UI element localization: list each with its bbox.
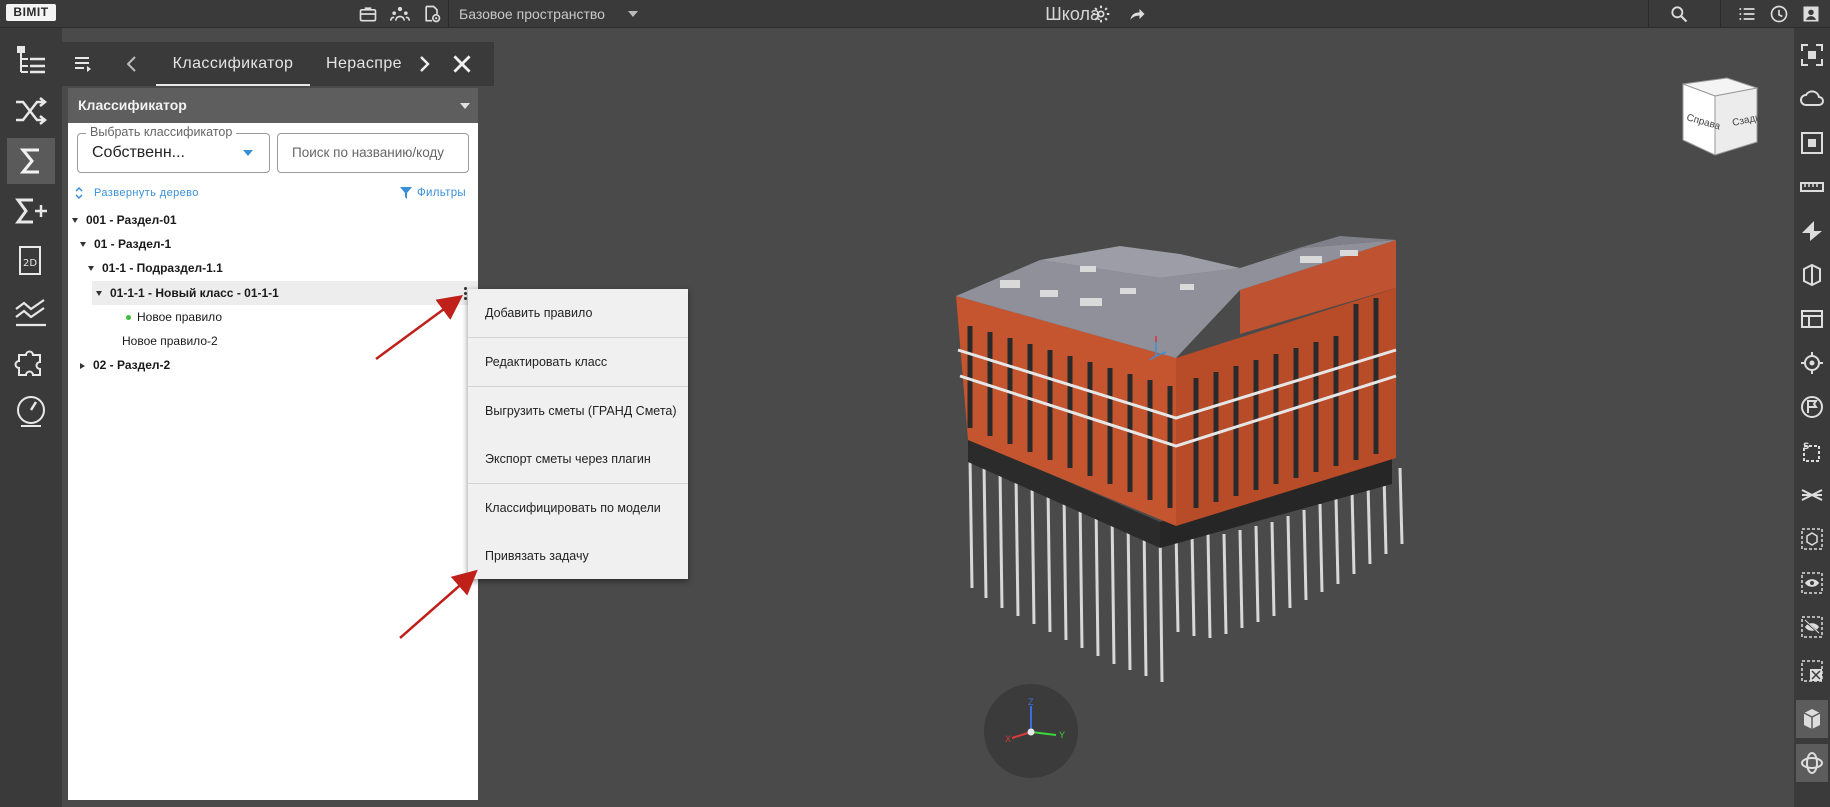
chevron-left-icon[interactable] bbox=[120, 52, 144, 76]
filter-icon bbox=[400, 187, 412, 199]
axis-y-label: Y bbox=[1059, 730, 1065, 740]
tree-node-label: 01-1-1 - Новый класс - 01-1-1 bbox=[110, 286, 279, 300]
sync-icon[interactable] bbox=[1766, 2, 1792, 26]
classifier-select[interactable]: Выбрать классификатор Собственн... bbox=[77, 125, 270, 173]
tree-node-label: 01 - Раздел-1 bbox=[94, 237, 172, 251]
tree-icon[interactable] bbox=[7, 38, 55, 84]
tree-node-label: 02 - Раздел-2 bbox=[93, 358, 171, 372]
expand-tree-button[interactable]: Развернуть дерево bbox=[72, 185, 199, 201]
fit-view-icon[interactable] bbox=[1796, 36, 1828, 74]
menu-item-export-grand[interactable]: Выгрузить сметы (ГРАНД Смета) bbox=[468, 387, 688, 435]
measure-icon[interactable]: S bbox=[1796, 432, 1828, 470]
left-toolbar: 2D ? bbox=[0, 28, 62, 807]
caret-down-icon bbox=[72, 218, 78, 224]
tree-node-label: Новое правило bbox=[137, 310, 222, 324]
caret-right-icon bbox=[80, 362, 85, 369]
close-icon[interactable] bbox=[449, 51, 475, 77]
tree-node[interactable]: 02 - Раздел-2 bbox=[80, 353, 170, 377]
plan-icon[interactable] bbox=[1796, 300, 1828, 338]
tree-node-label: Новое правило-2 bbox=[122, 334, 218, 348]
sigma-icon[interactable] bbox=[7, 138, 55, 184]
list-icon[interactable] bbox=[1734, 2, 1760, 26]
gauge-icon[interactable] bbox=[7, 388, 55, 434]
chevron-down-icon bbox=[243, 150, 253, 156]
panel-title[interactable]: Классификатор bbox=[68, 88, 478, 123]
briefcase-icon[interactable] bbox=[355, 2, 381, 26]
project-title: Школа bbox=[1045, 4, 1100, 24]
box-section-icon[interactable] bbox=[1796, 256, 1828, 294]
caret-down-icon bbox=[80, 242, 86, 248]
eye-icon[interactable] bbox=[1796, 564, 1828, 602]
caret-down-icon bbox=[96, 291, 102, 297]
space-selector[interactable]: Базовое пространство bbox=[448, 0, 648, 28]
share-icon[interactable] bbox=[1124, 2, 1150, 26]
menu-item-classify-model[interactable]: Классифицировать по модели bbox=[468, 484, 688, 532]
sigma-plus-icon[interactable] bbox=[7, 188, 55, 234]
tab-classifier[interactable]: Классификатор bbox=[156, 52, 310, 86]
tree-leaf-rule[interactable]: Новое правило bbox=[126, 305, 222, 329]
orbit-icon[interactable] bbox=[1796, 744, 1828, 782]
eye-off-icon[interactable] bbox=[1796, 608, 1828, 646]
2d-doc-icon[interactable]: 2D bbox=[7, 238, 55, 284]
ruler-icon[interactable] bbox=[1796, 168, 1828, 206]
caret-down-icon bbox=[88, 266, 94, 272]
svg-text:2D: 2D bbox=[23, 258, 37, 269]
menu-item-link-task[interactable]: Привязать задачу bbox=[468, 532, 688, 580]
hide-box-icon[interactable] bbox=[1796, 652, 1828, 690]
chevron-down-icon bbox=[460, 103, 470, 109]
focus-icon[interactable] bbox=[1796, 124, 1828, 162]
search-input[interactable]: Поиск по названию/коду bbox=[277, 133, 469, 173]
tree-node-selected[interactable]: 01-1-1 - Новый класс - 01-1-1 bbox=[96, 281, 279, 305]
panel-title-label: Классификатор bbox=[78, 97, 187, 113]
chevron-right-icon[interactable] bbox=[412, 52, 436, 76]
user-icon[interactable] bbox=[1798, 2, 1824, 26]
tree-node[interactable]: 01-1 - Подраздел-1.1 bbox=[88, 256, 223, 280]
top-bar: BIMIT Базовое пространство Школа bbox=[0, 0, 1830, 28]
chevron-down-icon bbox=[628, 11, 638, 17]
menu-item-export-plugin[interactable]: Экспорт сметы через плагин bbox=[468, 435, 688, 483]
puzzle-icon[interactable] bbox=[7, 338, 55, 384]
tree-node-label: 01-1 - Подраздел-1.1 bbox=[102, 261, 223, 275]
tree-node[interactable]: 001 - Раздел-01 bbox=[72, 208, 177, 232]
axis-x-label: X bbox=[1005, 734, 1011, 744]
svg-text:S: S bbox=[1803, 442, 1809, 452]
expand-icon bbox=[75, 186, 83, 200]
section-icon[interactable] bbox=[1796, 212, 1828, 250]
filters-label: Фильтры bbox=[417, 187, 466, 199]
panel-header: Классификатор Нераспре bbox=[62, 42, 494, 86]
status-dot bbox=[126, 315, 131, 321]
shuffle-icon[interactable] bbox=[7, 88, 55, 134]
tree-node-label: 001 - Раздел-01 bbox=[86, 213, 177, 227]
flag-icon[interactable] bbox=[1796, 388, 1828, 426]
tree-node[interactable]: 01 - Раздел-1 bbox=[80, 232, 171, 256]
axis-z-label: Z bbox=[1028, 697, 1034, 707]
locate-icon[interactable] bbox=[1796, 344, 1828, 382]
context-menu: Добавить правило Редактировать класс Выг… bbox=[468, 289, 688, 579]
search-icon[interactable] bbox=[1666, 2, 1692, 26]
cube-outline-icon[interactable] bbox=[1796, 520, 1828, 558]
space-selector-value: Базовое пространство bbox=[459, 6, 605, 22]
classifier-select-value: Собственн... bbox=[92, 144, 185, 161]
menu-icon[interactable] bbox=[72, 52, 96, 76]
axis-icon: Z X Y bbox=[1005, 697, 1065, 744]
team-icon[interactable] bbox=[387, 2, 413, 26]
hide-lines-icon[interactable] bbox=[1796, 476, 1828, 514]
tree-leaf-rule[interactable]: Новое правило-2 bbox=[122, 329, 218, 353]
gear-icon[interactable] bbox=[1088, 2, 1114, 26]
cloud-icon[interactable] bbox=[1796, 80, 1828, 118]
settings-doc-icon[interactable] bbox=[419, 2, 445, 26]
classifier-select-legend: Выбрать классификатор bbox=[86, 125, 237, 139]
menu-item-add-rule[interactable]: Добавить правило bbox=[468, 289, 688, 337]
solid-cube-icon[interactable] bbox=[1796, 700, 1828, 738]
chart-icon[interactable] bbox=[7, 288, 55, 334]
expand-tree-label: Развернуть дерево bbox=[94, 187, 199, 199]
tab-unassigned[interactable]: Нераспре bbox=[326, 52, 404, 86]
right-toolbar: S bbox=[1794, 28, 1830, 807]
app-logo[interactable]: BIMIT bbox=[6, 4, 56, 21]
menu-item-edit-class[interactable]: Редактировать класс bbox=[468, 338, 688, 386]
filters-button[interactable]: Фильтры bbox=[400, 185, 466, 201]
classifier-panel: Классификатор Выбрать классификатор Собс… bbox=[68, 88, 478, 800]
